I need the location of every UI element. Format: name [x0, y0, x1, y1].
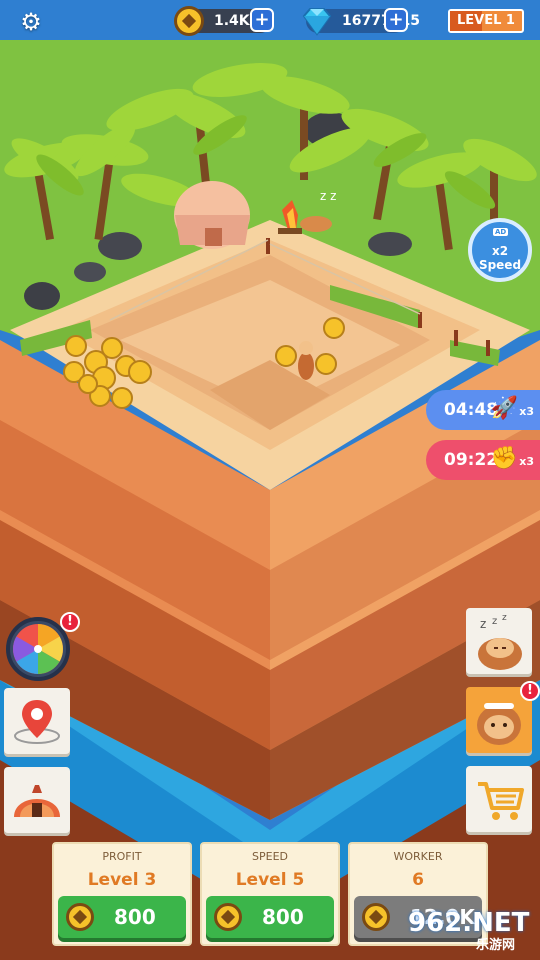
- coin-icon: [66, 903, 94, 931]
- coin-amount: 1.4K: [214, 13, 250, 29]
- coin-icon: [214, 903, 242, 931]
- speed-cost: 800: [262, 905, 304, 929]
- profit-cost: 800: [114, 905, 156, 929]
- speed-upgrade-button[interactable]: 800: [206, 896, 334, 938]
- watermark-subtitle: 乐游网: [476, 938, 516, 953]
- sleeping-worker-button[interactable]: z z z: [466, 608, 532, 674]
- profit-upgrade-panel: PROFIT Level 3 800: [52, 842, 192, 946]
- level-indicator: LEVEL 1: [448, 9, 524, 33]
- settings-gear-icon[interactable]: ⚙: [18, 9, 44, 35]
- coin-icon: [174, 6, 204, 36]
- svg-text:z: z: [492, 616, 497, 627]
- add-coins-button[interactable]: +: [250, 8, 274, 32]
- tent-shop-button[interactable]: [4, 767, 70, 833]
- rocket-multiplier: x3: [519, 405, 534, 418]
- svg-text:z: z: [480, 617, 486, 631]
- gem-amount: 16777215: [342, 13, 420, 29]
- coin-icon: [362, 903, 390, 931]
- speed-title: SPEED: [252, 850, 288, 863]
- site-watermark: 962.NET 乐游网: [398, 906, 538, 958]
- fist-boost-timer[interactable]: 09:22 ✊ x3: [426, 440, 540, 480]
- ad-speed-boost-button[interactable]: AD x2 Speed: [468, 218, 532, 282]
- color-wheel-icon: [13, 624, 63, 674]
- profit-title: PROFIT: [102, 850, 142, 863]
- level-label: LEVEL 1: [457, 13, 515, 28]
- add-gems-button[interactable]: +: [384, 8, 408, 32]
- rocket-icon: 🚀: [490, 396, 518, 421]
- profit-upgrade-button[interactable]: 800: [58, 896, 186, 938]
- worker-count: 6: [412, 870, 424, 890]
- fist-icon: ✊: [490, 446, 518, 471]
- profit-level: Level 3: [87, 870, 157, 890]
- shopping-cart-icon: [478, 782, 524, 820]
- worker-alert-badge: !: [520, 681, 540, 701]
- speed-multiplier: x2: [491, 244, 509, 258]
- top-hud: ⚙ 1.4K + 16777215 + LEVEL 1: [0, 0, 540, 44]
- speed-level: Level 5: [235, 870, 305, 890]
- fist-multiplier: x3: [519, 455, 534, 468]
- map-pin-icon: [14, 700, 60, 744]
- wheel-alert-badge: !: [60, 612, 80, 632]
- sleep-z-text: z z: [320, 189, 336, 203]
- speed-label: Speed: [478, 258, 522, 272]
- svg-text:z: z: [502, 613, 507, 623]
- gem-balance: 16777215 +: [302, 8, 420, 36]
- speed-upgrade-panel: SPEED Level 5 800: [200, 842, 340, 946]
- shop-cart-button[interactable]: [466, 766, 532, 832]
- sleeping-caveman-icon: z z z: [478, 613, 522, 670]
- rocket-boost-timer[interactable]: 04:48 🚀 x3: [426, 390, 540, 430]
- game-scene[interactable]: z z: [0, 0, 540, 960]
- worker-title: WORKER: [393, 850, 443, 863]
- coin-balance: 1.4K +: [174, 6, 274, 36]
- ad-tag: AD: [493, 228, 509, 236]
- tent-icon: [14, 785, 60, 817]
- map-button[interactable]: [4, 688, 70, 754]
- diamond-icon: [302, 8, 332, 36]
